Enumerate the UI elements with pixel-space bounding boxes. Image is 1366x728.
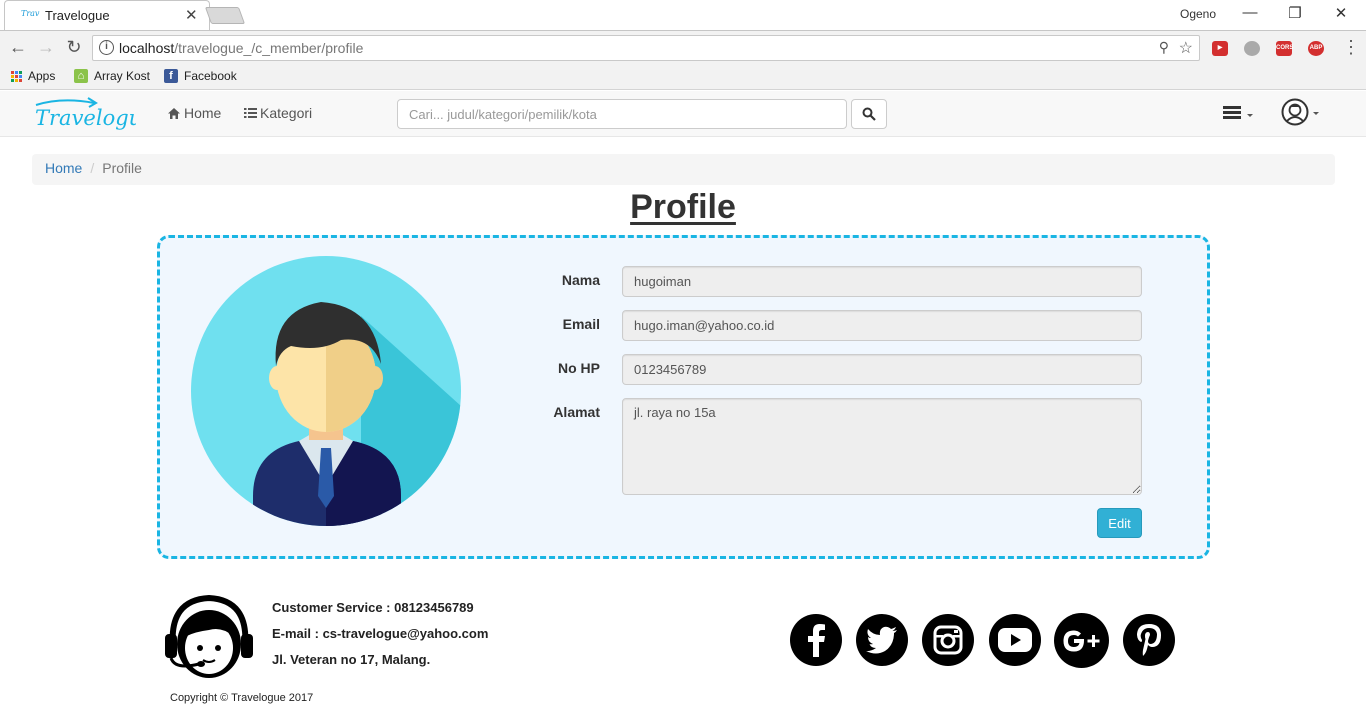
travelogue-favicon-icon: Trav: [21, 9, 40, 18]
breadcrumb-current: Profile: [102, 160, 142, 176]
bookmark-array-kost[interactable]: ⌂ Array Kost: [74, 69, 150, 83]
site-navbar: Travelogue Home Kategori: [0, 91, 1366, 137]
search-button[interactable]: [851, 99, 887, 129]
caret-down-icon: [1247, 114, 1253, 117]
hamburger-icon: [1223, 111, 1241, 114]
edit-button[interactable]: Edit: [1097, 508, 1142, 538]
google-plus-link[interactable]: [1054, 613, 1109, 668]
url-host: localhost: [119, 40, 175, 56]
instagram-link[interactable]: [922, 614, 974, 666]
cors-extension-icon[interactable]: CORS: [1276, 41, 1293, 56]
bookmark-facebook[interactable]: f Facebook: [164, 69, 237, 83]
hamburger-icon: [1223, 106, 1241, 109]
youtube-link[interactable]: [989, 614, 1041, 666]
copyright-text: Copyright © Travelogue 2017: [170, 692, 314, 704]
alamat-field[interactable]: jl. raya no 15a: [622, 398, 1142, 495]
google-plus-icon: [1063, 630, 1099, 651]
tab-title: Travelogue: [45, 8, 110, 23]
user-dropdown-toggle[interactable]: [1281, 97, 1327, 129]
user-avatar-icon: [1281, 98, 1309, 126]
facebook-icon: f: [164, 69, 178, 83]
bookmark-label: Apps: [28, 69, 56, 83]
back-icon[interactable]: ←: [7, 37, 29, 58]
restore-icon[interactable]: ❐: [1285, 4, 1305, 22]
address-bar[interactable]: i localhost/travelogue_/c_member/profile…: [92, 35, 1200, 61]
array-kost-icon: ⌂: [74, 69, 88, 83]
twitter-link[interactable]: [856, 614, 908, 666]
logo-text: Travelogue: [35, 106, 136, 130]
search-icon: [862, 107, 876, 121]
zoom-icon[interactable]: ⚲: [1159, 39, 1169, 56]
bookmark-label: Facebook: [184, 69, 237, 83]
bookmark-apps[interactable]: Apps: [11, 69, 55, 83]
new-tab-button[interactable]: [204, 7, 246, 24]
browser-toolbar: ← → ↻ i localhost/travelogue_/c_member/p…: [0, 30, 1366, 64]
url-path: /travelogue_/c_member/profile: [174, 40, 364, 56]
nav-home-link[interactable]: Home: [167, 105, 221, 121]
travelogue-logo[interactable]: Travelogue: [32, 95, 136, 133]
profile-avatar: [191, 256, 461, 526]
breadcrumb: Home / Profile: [32, 154, 1335, 185]
browser-user-name[interactable]: Ogeno: [1180, 7, 1216, 21]
customer-service-icon: [165, 594, 253, 678]
breadcrumb-home-link[interactable]: Home: [45, 160, 82, 176]
home-icon: [168, 107, 180, 119]
alamat-label: Alamat: [553, 404, 600, 420]
facebook-link[interactable]: [790, 614, 842, 666]
hamburger-icon: [1223, 116, 1241, 119]
browser-tab-strip: Trav Travelogue ✕ Ogeno — ❐ ✕: [0, 0, 1366, 30]
site-info-icon[interactable]: i: [99, 40, 114, 55]
list-icon: [244, 108, 257, 118]
youtube-icon: [998, 628, 1032, 652]
apps-grid-icon: [11, 70, 22, 82]
menu-dropdown-toggle[interactable]: [1223, 104, 1257, 124]
footer-address-text: Jl. Veteran no 17, Malang.: [272, 652, 431, 667]
url-text: localhost/travelogue_/c_member/profile: [119, 40, 363, 56]
email-label: Email: [562, 316, 600, 332]
customer-service-text: Customer Service : 08123456789: [272, 600, 474, 615]
reload-icon[interactable]: ↻: [63, 37, 85, 58]
browser-tab[interactable]: Trav Travelogue ✕: [4, 0, 210, 30]
instagram-icon: [933, 625, 963, 655]
twitter-icon: [866, 626, 897, 654]
minimize-icon[interactable]: —: [1240, 4, 1260, 21]
nav-kategori-label: Kategori: [260, 105, 313, 121]
search-input[interactable]: [397, 99, 847, 129]
forward-icon[interactable]: →: [35, 37, 57, 58]
nav-home-label: Home: [184, 105, 222, 121]
pinterest-icon: [1137, 624, 1161, 656]
pinterest-link[interactable]: [1123, 614, 1175, 666]
caret-down-icon: [1313, 112, 1319, 115]
no-hp-field[interactable]: [622, 354, 1142, 385]
close-window-icon[interactable]: ✕: [1331, 4, 1351, 22]
browser-menu-icon[interactable]: ⋮: [1342, 37, 1360, 58]
pocket-extension-icon[interactable]: ▶: [1212, 41, 1228, 56]
bookmark-star-icon[interactable]: ☆: [1179, 38, 1193, 58]
bookmark-label: Array Kost: [94, 69, 151, 83]
nama-field[interactable]: [622, 266, 1142, 297]
facebook-icon: [808, 624, 825, 657]
profile-panel: Nama Email No HP Alamat jl. raya no 15a …: [157, 235, 1210, 559]
nav-kategori-link[interactable]: Kategori: [244, 105, 312, 121]
footer-email-text: E-mail : cs-travelogue@yahoo.com: [272, 626, 489, 641]
abp-extension-icon[interactable]: ABP: [1308, 41, 1324, 56]
nama-label: Nama: [561, 272, 600, 288]
email-field[interactable]: [622, 310, 1142, 341]
bookmarks-bar: Apps ⌂ Array Kost f Facebook: [0, 64, 1366, 90]
page-title: Profile: [630, 188, 736, 226]
no-hp-label: No HP: [558, 360, 600, 376]
close-tab-icon[interactable]: ✕: [185, 6, 198, 24]
breadcrumb-separator: /: [90, 160, 95, 176]
stack-extension-icon[interactable]: [1244, 41, 1260, 56]
